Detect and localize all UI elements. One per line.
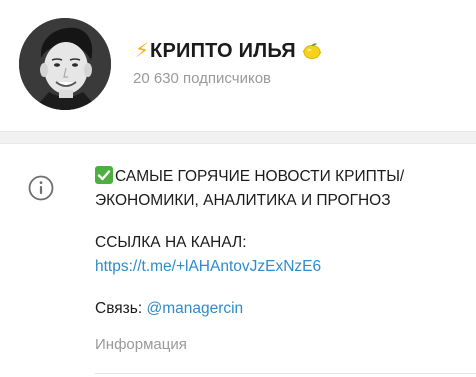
lemon-icon xyxy=(302,41,322,61)
channel-title-row: ⚡ КРИПТО ИЛЬЯ xyxy=(135,38,322,64)
info-caption: Информация xyxy=(95,336,187,353)
description-text-1: САМЫЕ ГОРЯЧИЕ НОВОСТИ КРИПТЫ/ xyxy=(115,168,405,185)
link-heading: ССЫЛКА НА КАНАЛ: xyxy=(95,234,247,251)
channel-header: ⚡ КРИПТО ИЛЬЯ 20 630 подписчиков xyxy=(0,0,476,131)
subscriber-count: 20 630 подписчиков xyxy=(133,70,272,87)
contact-username-link[interactable]: @managercin xyxy=(146,300,243,317)
info-section: САМЫЕ ГОРЯЧИЕ НОВОСТИ КРИПТЫ/ ЭКОНОМИКИ,… xyxy=(0,144,476,377)
channel-invite-link[interactable]: https://t.me/+lAHAntovJzExNzE6 xyxy=(95,258,321,275)
channel-title: КРИПТО ИЛЬЯ xyxy=(150,40,296,62)
contact-row: Связь: @managercin xyxy=(95,297,465,321)
channel-avatar[interactable] xyxy=(19,18,111,110)
section-divider xyxy=(0,131,476,144)
channel-description: САМЫЕ ГОРЯЧИЕ НОВОСТИ КРИПТЫ/ ЭКОНОМИКИ,… xyxy=(95,165,465,321)
lightning-icon: ⚡ xyxy=(135,40,150,62)
channel-info-page: ⚡ КРИПТО ИЛЬЯ 20 630 подписчиков САМЫЕ Г… xyxy=(0,0,476,377)
info-icon xyxy=(28,175,54,201)
checkmark-icon xyxy=(95,166,113,184)
avatar-photo xyxy=(19,18,111,110)
bottom-divider xyxy=(95,373,476,374)
description-line-1: САМЫЕ ГОРЯЧИЕ НОВОСТИ КРИПТЫ/ xyxy=(95,165,465,189)
description-line-2: ЭКОНОМИКИ, АНАЛИТИКА И ПРОГНОЗ xyxy=(95,192,391,209)
contact-label: Связь: xyxy=(95,300,143,317)
